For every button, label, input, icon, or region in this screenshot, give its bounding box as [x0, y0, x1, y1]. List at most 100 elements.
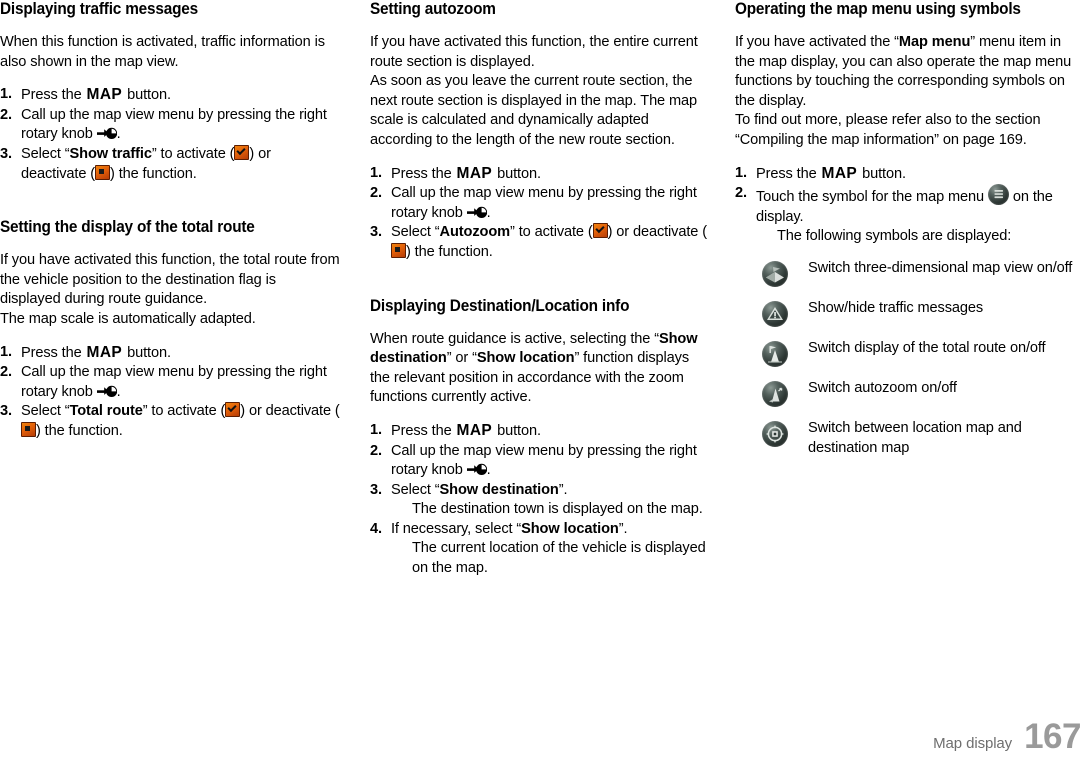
- symbol-cell: [762, 379, 808, 408]
- rotary-knob-icon: [96, 385, 117, 398]
- checkbox-unchecked-icon: [391, 242, 406, 258]
- step-text-lead: Select “: [391, 224, 440, 241]
- list-item: 1. Press the MAP button.: [370, 164, 707, 185]
- step-text-lead: Select “: [21, 145, 70, 162]
- step-number: 3.: [370, 481, 382, 498]
- step-text: Press the MAP button.: [391, 164, 707, 185]
- checkbox-checked-icon: [592, 223, 608, 239]
- step-text-lead: Press the: [756, 165, 821, 182]
- step-text: Press the MAP button.: [21, 85, 340, 106]
- step-text: Select “Show destination”. The destinatio…: [391, 481, 707, 520]
- paragraph-lead: If you have activated the “: [735, 34, 899, 50]
- step-text-tail: ) the function.: [36, 422, 123, 439]
- checkbox-checked-icon: [225, 402, 241, 418]
- list-item: 2. Call up the map view menu by pressing…: [0, 106, 340, 145]
- step-number: 1.: [0, 343, 12, 360]
- list-item: 2. Call up the map view menu by pressing…: [370, 184, 707, 223]
- map-button-label: MAP: [86, 86, 123, 104]
- symbol-legend-label: Switch between location map and destinat…: [808, 419, 1022, 456]
- step-number: 2.: [0, 364, 12, 381]
- step-text-lead: Touch the symbol for the map menu: [756, 189, 988, 206]
- map-button-label: MAP: [86, 343, 123, 361]
- checkbox-unchecked-icon: [21, 421, 36, 437]
- list-item: 2. Call up the map view menu by pressing…: [0, 363, 340, 402]
- rotary-knob-icon: [466, 463, 487, 476]
- section-intro-paragraphs: When route guidance is active, selecting…: [370, 330, 707, 408]
- list-item: 3. Select “Total route” to activate () o…: [0, 402, 340, 441]
- step-text: Select “Autozoom” to activate () or deac…: [391, 223, 707, 262]
- paragraph: As soon as you leave the current route s…: [370, 73, 698, 148]
- step-text: Call up the map view menu by pressing th…: [21, 106, 340, 145]
- map-button-label: MAP: [456, 164, 493, 182]
- section-intro-paragraphs: If you have activated the “Map menu” men…: [735, 33, 1081, 151]
- section-intro-paragraphs: If you have activated this function, the…: [0, 251, 340, 329]
- symbol-cell: [762, 419, 808, 448]
- symbol-cell: [762, 339, 808, 368]
- step-text: Press the MAP button.: [21, 343, 340, 364]
- steps-list-operating-map-menu-using-symbols: 1. Press the MAP button. 2. Touch the sy…: [735, 164, 1081, 247]
- page-footer: Map display 167: [933, 719, 1081, 754]
- list-item: 2. Call up the map view menu by pressing…: [370, 442, 707, 481]
- step-text-tail: .: [486, 204, 491, 221]
- step-number: 2.: [370, 442, 382, 459]
- step-text-tail: button.: [858, 165, 906, 182]
- section-heading-displaying-traffic-messages: Displaying traffic messages: [0, 0, 198, 18]
- list-item: Switch three-dimensional map view on/off: [762, 259, 1081, 288]
- total-route-display-icon: [762, 340, 788, 367]
- list-item: Switch autozoom on/off: [762, 379, 1081, 408]
- symbol-legend-list: Switch three-dimensional map view on/off: [735, 259, 1081, 458]
- step-text-tail: .: [116, 126, 121, 143]
- column-3: Operating the map menu using symbols If …: [735, 0, 1081, 579]
- step-text-lead: Press the: [21, 344, 86, 361]
- step-text-lead: Call up the map view menu by pressing th…: [391, 185, 697, 221]
- symbol-legend-label: Switch autozoom on/off: [808, 379, 957, 396]
- step-text-mid2: ) or deactivate (: [607, 224, 707, 241]
- steps-list-displaying-traffic-messages: 1. Press the MAP button. 2. Call up the …: [0, 85, 340, 184]
- menu-item-name: Show location: [521, 520, 619, 537]
- step-number: 2.: [0, 106, 12, 123]
- symbol-legend-label: Show/hide traffic messages: [808, 299, 984, 316]
- step-text-tail: .: [116, 383, 121, 400]
- menu-item-name: Show traffic: [69, 145, 152, 162]
- list-item: 4. If necessary, select “Show location”.…: [370, 520, 707, 579]
- step-text-tail: ) the function.: [110, 165, 197, 182]
- paragraph: When this function is activated, traffic…: [0, 34, 325, 70]
- steps-list-displaying-destination-location-info: 1. Press the MAP button. 2. Call up the …: [370, 421, 707, 579]
- step-number: 2.: [370, 185, 382, 202]
- paragraph-lead: When route guidance is active, selecting…: [370, 330, 659, 347]
- list-item: 1. Press the MAP button.: [370, 421, 707, 442]
- list-item: 3. Select “Autozoom” to activate () or d…: [370, 223, 707, 262]
- symbol-legend-label: Switch display of the total route on/off: [808, 339, 1046, 356]
- menu-item-name: Show location: [476, 350, 575, 367]
- step-text-lead: Select “: [21, 403, 70, 420]
- list-item: Show/hide traffic messages: [762, 299, 1081, 328]
- step-text-mid2: ) or deactivate (: [240, 403, 340, 420]
- section-intro-paragraphs: When this function is activated, traffic…: [0, 33, 340, 72]
- step-text-tail: button.: [493, 165, 541, 182]
- step-text-lead: Press the: [21, 87, 86, 104]
- paragraph: If you have activated this function, the…: [370, 34, 698, 70]
- section-heading-operating-map-menu-using-symbols: Operating the map menu using symbols: [735, 0, 1021, 18]
- step-text: Call up the map view menu by pressing th…: [391, 442, 707, 481]
- step-number: 2.: [735, 185, 747, 202]
- step-text-lead: If necessary, select “: [391, 520, 522, 537]
- step-text-tail: ”.: [558, 481, 568, 498]
- step-number: 1.: [370, 421, 382, 438]
- menu-item-name: Total route: [69, 403, 143, 420]
- step-number: 1.: [370, 164, 382, 181]
- step-text: Call up the map view menu by pressing th…: [21, 363, 340, 402]
- three-dimensional-map-view-icon: [762, 260, 788, 287]
- step-text: Select “Show traffic” to activate () or …: [21, 144, 340, 184]
- step-text-lead: Select “: [391, 481, 440, 498]
- list-item: 3. Select “Show destination”. The destina…: [370, 481, 707, 520]
- checkbox-checked-icon: [234, 144, 250, 160]
- step-text: Select “Total route” to activate () or d…: [21, 402, 340, 441]
- location-destination-map-icon: [762, 420, 788, 447]
- step-sub-text: The current location of the vehicle is d…: [412, 540, 706, 577]
- step-text: Press the MAP button.: [756, 164, 1081, 185]
- list-item: Switch display of the total route on/off: [762, 339, 1081, 368]
- step-text: If necessary, select “Show location”. The…: [391, 520, 707, 579]
- list-item: 1. Press the MAP button.: [0, 343, 340, 364]
- paragraph-mid: ” or “: [446, 350, 477, 367]
- step-text-mid: ” to activate (: [151, 145, 235, 162]
